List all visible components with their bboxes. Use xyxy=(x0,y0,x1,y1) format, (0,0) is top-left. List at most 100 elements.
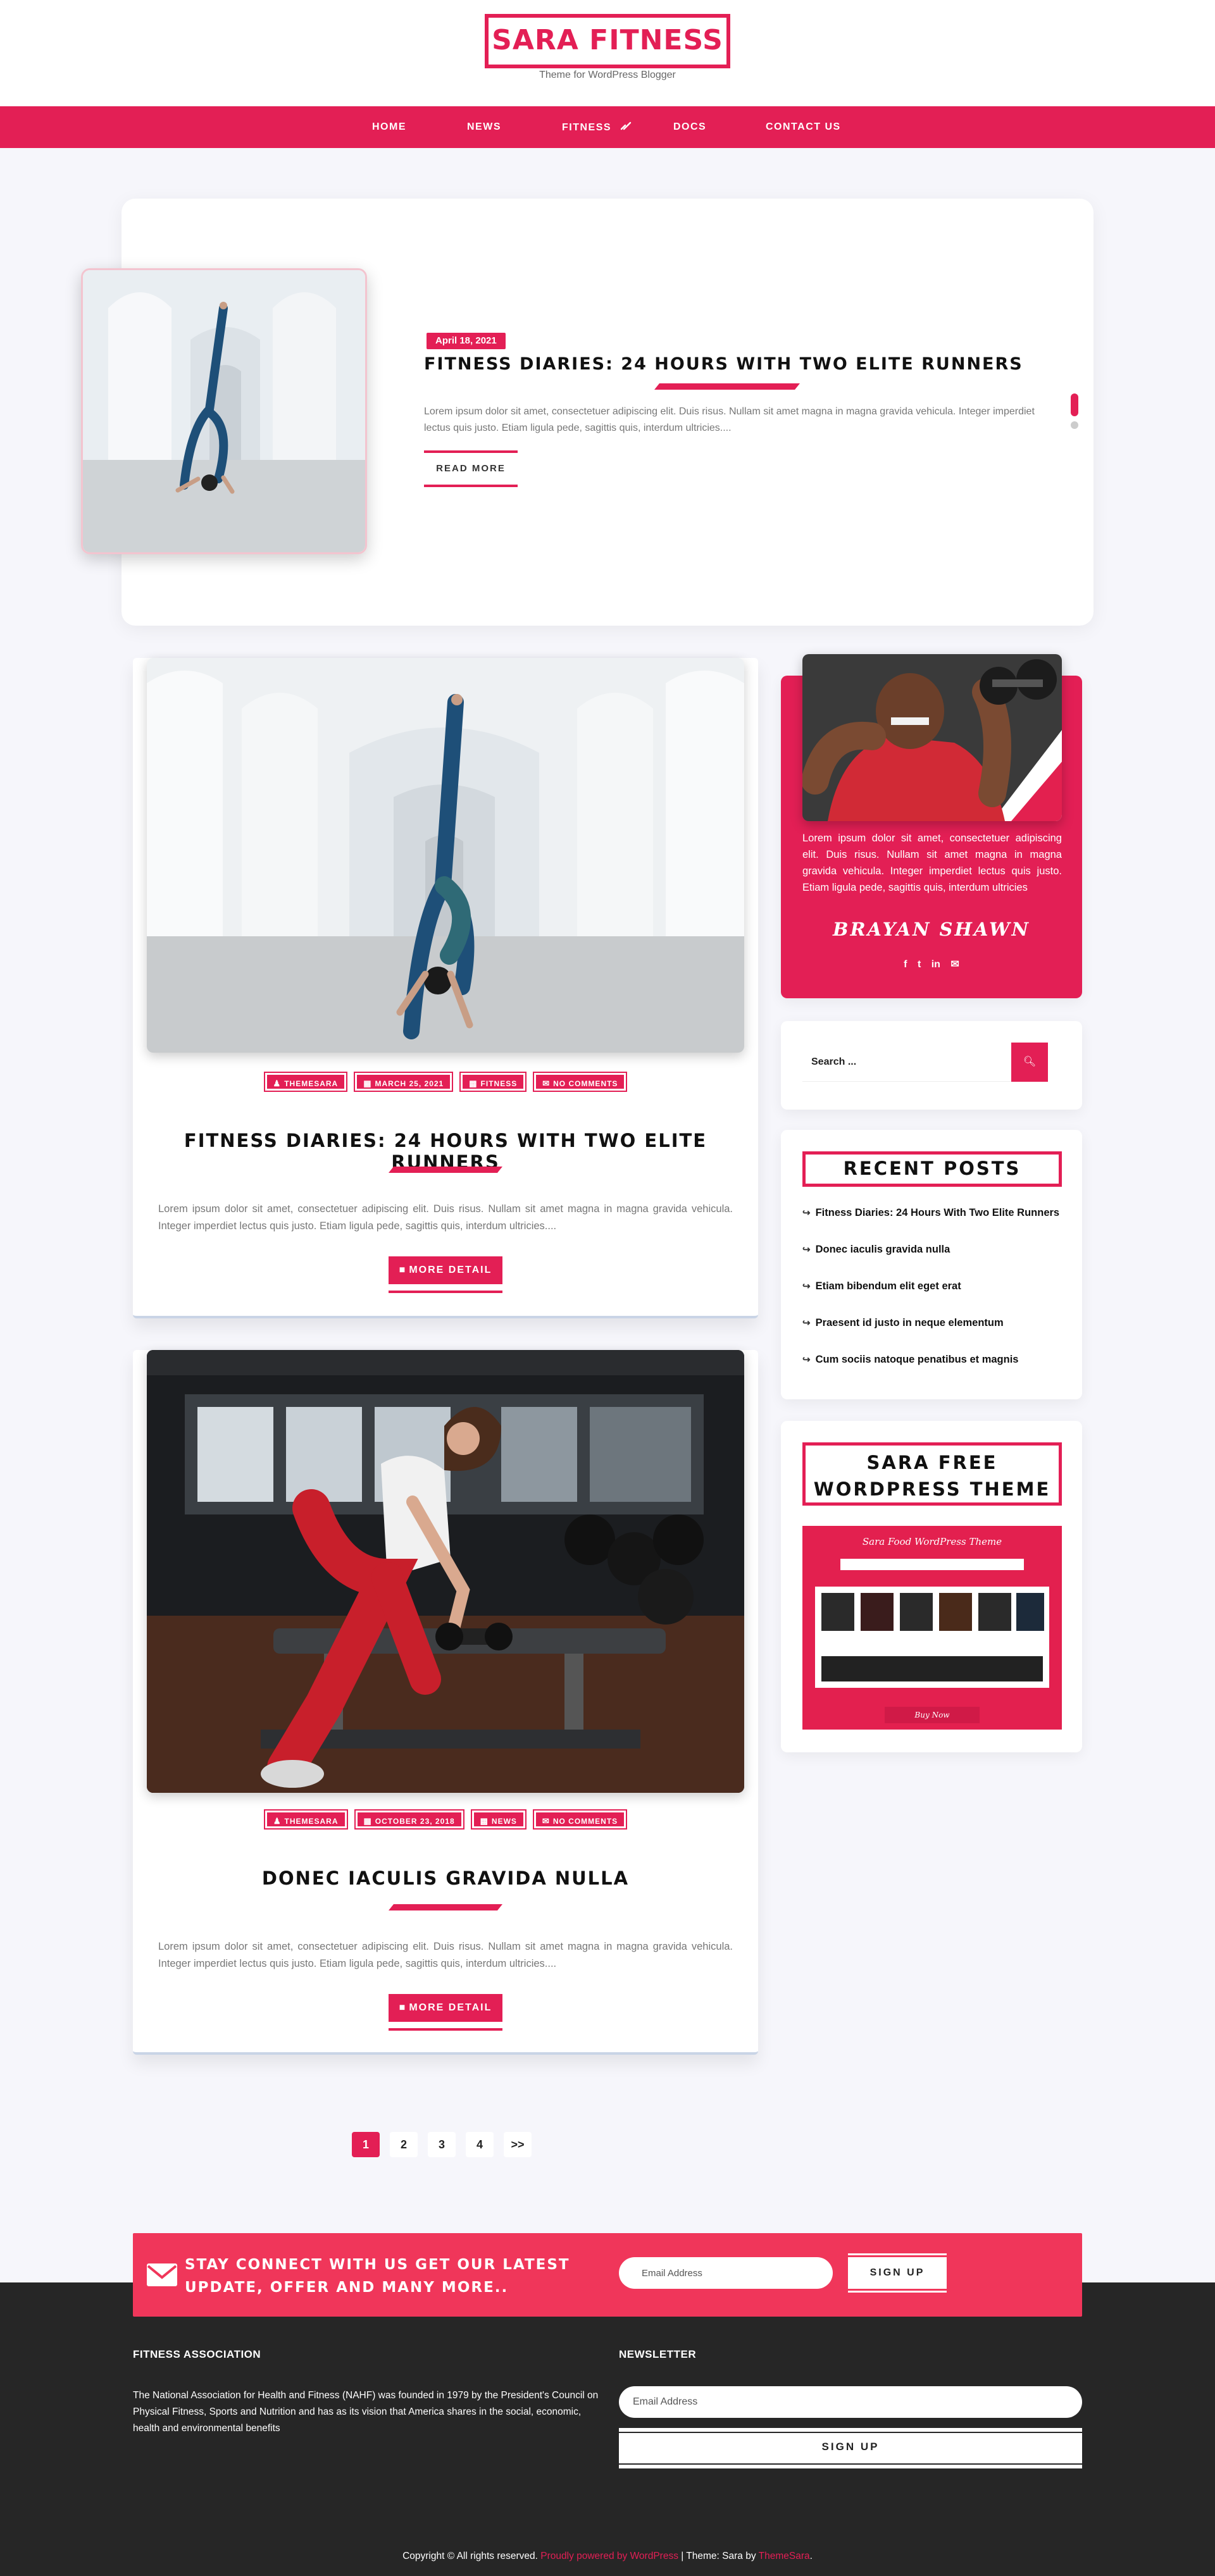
recent-post-item[interactable]: ↪ Cum sociis natoque penatibus et magnis xyxy=(802,1354,1068,1366)
nav-item-fitness-label: FITNESS xyxy=(562,122,612,133)
post-author: THEMESARA xyxy=(284,1817,339,1826)
wordpress-link[interactable]: Proudly powered by WordPress xyxy=(540,2551,678,2561)
user-icon: ♟ xyxy=(273,1816,282,1826)
post-author: THEMESARA xyxy=(284,1079,339,1088)
footer-email-input[interactable] xyxy=(619,2386,1082,2418)
linkedin-icon[interactable]: in xyxy=(932,959,940,970)
search-input[interactable] xyxy=(802,1043,1011,1082)
more-detail-text: MORE DETAIL xyxy=(409,1265,492,1275)
post-category-tag[interactable]: ▩ FITNESS xyxy=(461,1073,526,1091)
post-title-underline xyxy=(389,1167,502,1173)
post-meta: ♟ THEMESARA ▦ MARCH 25, 2021 ▩ FITNESS ✉ NO … xyxy=(133,1073,758,1091)
page-3[interactable]: 3 xyxy=(428,2132,456,2157)
promo-screenshot-header xyxy=(840,1559,1024,1570)
search-widget: 🔍︎ xyxy=(781,1021,1082,1110)
post-meta: ♟ THEMESARA ▦ OCTOBER 23, 2018 ▩ NEWS ✉ NO C… xyxy=(133,1811,758,1828)
post-title[interactable]: DONEC IACULIS GRAVIDA NULLA xyxy=(133,1867,758,1889)
author-name: BRAYAN SHAWN xyxy=(832,919,1031,940)
site-footer: FITNESS ASSOCIATION The National Associa… xyxy=(0,2282,1215,2576)
document-icon: ■ xyxy=(399,1265,407,1275)
nav-item-news[interactable]: NEWS xyxy=(467,106,501,148)
post-category: NEWS xyxy=(491,1817,517,1826)
nav-item-fitness[interactable]: FITNESS xyxy=(562,106,632,148)
slide-excerpt: Lorem ipsum dolor sit amet, consectetuer… xyxy=(424,406,1035,433)
share-icon: ↪ xyxy=(802,1244,811,1255)
post-card: ♟ THEMESARA ▦ MARCH 25, 2021 ▩ FITNESS ✉ NO … xyxy=(133,658,758,1318)
post-card: ♟ THEMESARA ▦ OCTOBER 23, 2018 ▩ NEWS ✉ NO C… xyxy=(133,1350,758,2055)
post-image[interactable] xyxy=(147,658,744,1053)
post-author-tag[interactable]: ♟ THEMESARA xyxy=(265,1073,347,1091)
nav-item-contact-us[interactable]: CONTACT US xyxy=(766,106,841,148)
newsletter-band: STAY CONNECT WITH US GET OUR LATEST UPDA… xyxy=(133,2233,1082,2317)
recent-post-item[interactable]: ↪ Fitness Diaries: 24 Hours With Two Elit… xyxy=(802,1207,1068,1219)
recent-post-item[interactable]: ↪ Etiam bibendum elit eget erat xyxy=(802,1280,1068,1292)
post-comments-tag[interactable]: ✉ NO COMMENTS xyxy=(533,1811,626,1828)
slide-title[interactable]: FITNESS DIARIES: 24 HOURS WITH TWO ELITE… xyxy=(424,354,1023,374)
post-date-tag[interactable]: ▦ MARCH 25, 2021 xyxy=(355,1073,452,1091)
slide-image[interactable] xyxy=(81,268,367,554)
email-icon[interactable]: ✉ xyxy=(950,959,959,970)
footer-signup-button[interactable]: SIGN UP xyxy=(619,2428,1082,2468)
themesara-link[interactable]: ThemeSara xyxy=(759,2551,810,2561)
recent-post-title: Cum sociis natoque penatibus et magnis xyxy=(815,1354,1019,1365)
site-logo[interactable]: SARA FITNESS xyxy=(485,14,730,68)
footer-newsletter-title: NEWSLETTER xyxy=(619,2348,697,2360)
slider-dot[interactable] xyxy=(1071,421,1078,429)
post-category-tag[interactable]: ▩ NEWS xyxy=(471,1811,525,1828)
nav-item-docs[interactable]: DOCS xyxy=(673,106,706,148)
post-date-tag[interactable]: ▦ OCTOBER 23, 2018 xyxy=(355,1811,463,1828)
twitter-icon[interactable]: t xyxy=(918,959,921,970)
promo-buy-now: Buy Now xyxy=(885,1707,980,1723)
author-social-links: f t in ✉ xyxy=(781,958,1082,970)
recent-posts-title: RECENT POSTS xyxy=(802,1151,1062,1187)
slide-title-underline xyxy=(654,383,800,390)
share-icon: ↪ xyxy=(802,1208,811,1218)
newsletter-heading-line2: UPDATE, OFFER AND MANY MORE.. xyxy=(185,2279,509,2296)
copyright-end: . xyxy=(809,2551,813,2561)
read-more-button[interactable]: READ MORE xyxy=(424,450,518,487)
newsletter-email-input[interactable] xyxy=(619,2257,833,2289)
recent-post-item[interactable]: ↪ Praesent id justo in neque elementum xyxy=(802,1317,1068,1329)
facebook-icon[interactable]: f xyxy=(904,959,907,970)
newsletter-heading: STAY CONNECT WITH US GET OUR LATEST UPDA… xyxy=(185,2253,577,2299)
post-category: FITNESS xyxy=(480,1079,518,1088)
more-detail-button[interactable]: ■ MORE DETAIL xyxy=(389,1994,502,2031)
site-logo-text: SARA FITNESS xyxy=(492,24,723,56)
share-icon: ↪ xyxy=(802,1354,811,1365)
chevron-down-icon[interactable] xyxy=(620,106,632,148)
recent-post-item[interactable]: ↪ Donec iaculis gravida nulla xyxy=(802,1244,1068,1256)
recent-post-title: Donec iaculis gravida nulla xyxy=(815,1244,950,1255)
more-detail-button-label: ■ MORE DETAIL xyxy=(389,1994,502,2022)
search-button[interactable]: 🔍︎ xyxy=(1011,1043,1048,1082)
document-icon: ■ xyxy=(399,2002,407,2013)
post-author-tag[interactable]: ♟ THEMESARA xyxy=(265,1811,347,1828)
promo-screenshot-body xyxy=(815,1587,1049,1688)
promo-widget: SARA FREE WORDPRESS THEME Sara Food Word… xyxy=(781,1421,1082,1752)
mail-icon xyxy=(147,2263,177,2286)
site-tagline: Theme for WordPress Blogger xyxy=(539,70,676,80)
post-image[interactable] xyxy=(147,1350,744,1793)
promo-title: SARA FREE WORDPRESS THEME xyxy=(802,1442,1062,1506)
more-detail-button[interactable]: ■ MORE DETAIL xyxy=(389,1256,502,1293)
nav-item-home[interactable]: HOME xyxy=(372,106,406,148)
promo-banner-text: Sara Food WordPress Theme xyxy=(862,1536,1002,1547)
page-1[interactable]: 1 xyxy=(352,2132,380,2157)
post-comments-tag[interactable]: ✉ NO COMMENTS xyxy=(534,1073,626,1091)
user-icon: ♟ xyxy=(273,1079,282,1088)
copyright-text: Copyright © All rights reserved. xyxy=(402,2551,538,2561)
recent-posts-widget: RECENT POSTS ↪ Fitness Diaries: 24 Hours … xyxy=(781,1130,1082,1399)
post-date: OCTOBER 23, 2018 xyxy=(375,1817,455,1826)
author-image xyxy=(802,654,1062,821)
newsletter-signup-button[interactable]: SIGN UP xyxy=(848,2253,947,2293)
slider-dot-active[interactable] xyxy=(1071,393,1078,416)
page-4[interactable]: 4 xyxy=(466,2132,494,2157)
post-comments: NO COMMENTS xyxy=(552,1817,618,1826)
promo-banner[interactable]: Sara Food WordPress Theme Buy Now xyxy=(802,1526,1062,1730)
comments-icon: ✉ xyxy=(542,1079,551,1088)
page-next[interactable]: >> xyxy=(504,2132,532,2157)
post-excerpt: Lorem ipsum dolor sit amet, consectetuer… xyxy=(158,1941,733,1969)
page-2[interactable]: 2 xyxy=(390,2132,418,2157)
comments-icon: ✉ xyxy=(542,1816,550,1826)
footer-about-title: FITNESS ASSOCIATION xyxy=(133,2348,261,2360)
slider-pagination xyxy=(1071,393,1078,429)
